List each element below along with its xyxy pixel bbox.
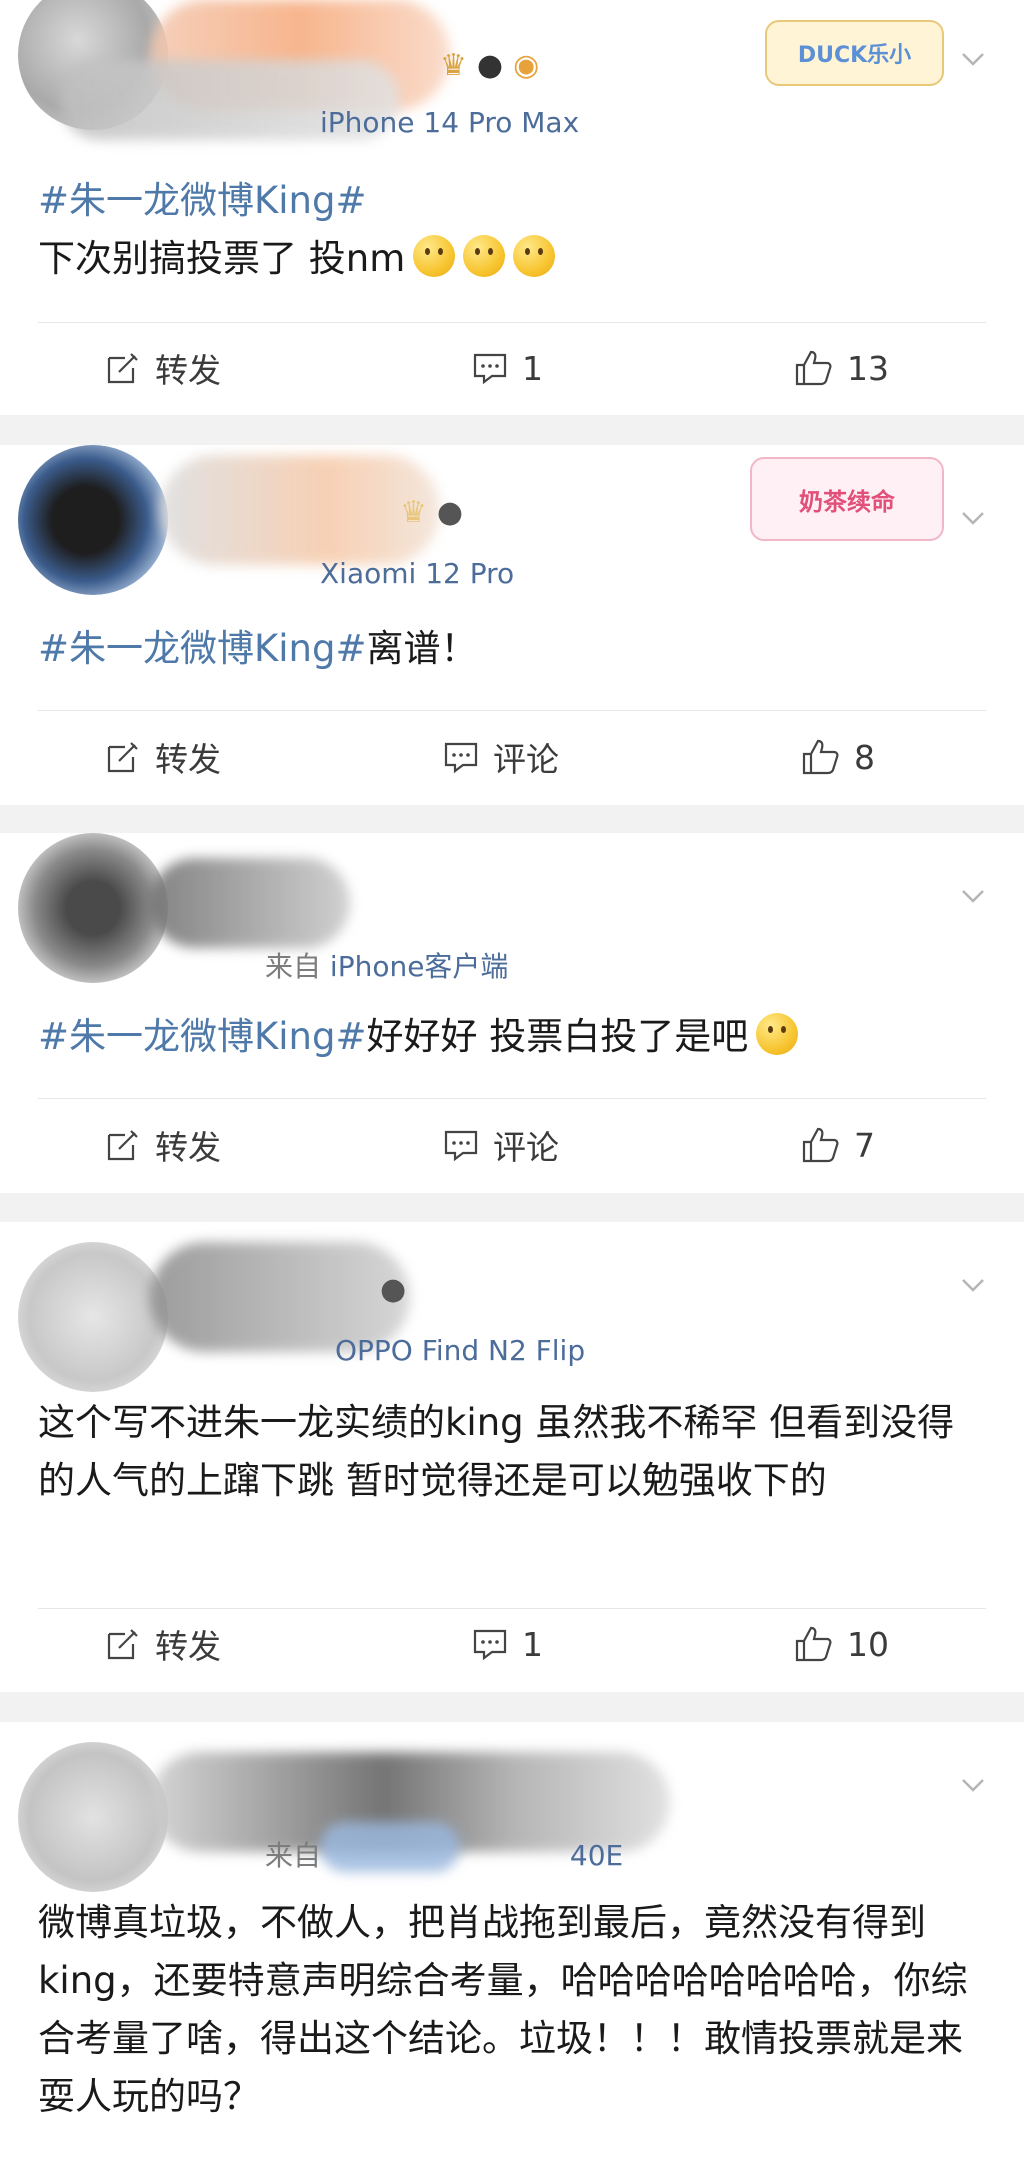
post-content: 微博真垃圾，不做人，把肖战拖到最后，竟然没有得到king，还要特意声明综合考量，… <box>38 1894 988 2126</box>
repost-label: 转发 <box>155 740 221 779</box>
thumb-up-icon <box>802 1127 839 1163</box>
post-text: 下次别搞投票了 投nm <box>38 237 406 280</box>
chevron-down-icon[interactable] <box>960 883 986 909</box>
like-count: 7 <box>854 1125 875 1165</box>
hashtag-link[interactable]: #朱一龙微博King# <box>38 1015 366 1058</box>
comment-icon <box>473 353 507 385</box>
post-source: iPhone 14 Pro Max <box>320 106 579 139</box>
source-link[interactable]: 40E <box>570 1839 623 1872</box>
comment-button[interactable]: 评论 <box>443 1095 559 1195</box>
edit-icon <box>107 1629 138 1660</box>
post-source: 来自 40E <box>265 1834 623 1874</box>
chevron-down-icon[interactable] <box>960 505 986 531</box>
comment-icon <box>444 1130 478 1162</box>
comment-button[interactable]: 1 <box>472 318 543 418</box>
comment-label: 评论 <box>493 1128 559 1167</box>
feed-post: ♛ ● 奶茶续命 Xiaomi 12 Pro #朱一龙微博King#离谱！ 转发… <box>0 445 1024 805</box>
smile-emoji-icon <box>463 235 506 277</box>
chevron-down-icon[interactable] <box>960 46 986 72</box>
panda-icon: ● <box>476 48 504 83</box>
panda-icon: ● <box>380 1272 407 1307</box>
user-decoration: 奶茶续命 <box>750 457 944 541</box>
like-button[interactable]: 13 <box>793 318 889 418</box>
chevron-down-icon[interactable] <box>960 1772 986 1798</box>
post-text: 离谱！ <box>366 627 478 670</box>
thumb-up-icon <box>795 1626 832 1662</box>
action-bar: 转发 评论 7 <box>0 1095 1024 1195</box>
comment-count: 1 <box>522 348 543 388</box>
comment-icon <box>444 742 478 774</box>
comment-icon <box>473 1629 507 1661</box>
chevron-down-icon[interactable] <box>960 1272 986 1298</box>
post-content: #朱一龙微博King# 下次别搞投票了 投nm <box>38 172 988 288</box>
avatar[interactable] <box>18 1742 168 1892</box>
avatar[interactable] <box>18 445 168 595</box>
post-content: 这个写不进朱一龙实绩的king 虽然我不稀罕 但看到没得的人气的上蹿下跳 暂时觉… <box>38 1394 988 1510</box>
comment-count: 1 <box>522 1624 543 1664</box>
repost-button[interactable]: 转发 <box>105 707 221 807</box>
hashtag-link[interactable]: #朱一龙微博King# <box>38 627 366 670</box>
thumb-up-icon <box>795 350 832 386</box>
avatar[interactable] <box>18 1242 168 1392</box>
user-badges: ♛ ● ◉ <box>440 48 539 83</box>
source-prefix: 来自 <box>265 1839 322 1872</box>
like-count: 13 <box>847 348 889 388</box>
source-link[interactable]: OPPO Find N2 Flip <box>335 1334 585 1367</box>
post-content: #朱一龙微博King#离谱！ <box>38 620 988 678</box>
like-button[interactable]: 10 <box>793 1594 889 1694</box>
action-bar: 转发 评论 8 <box>0 707 1024 807</box>
fish-icon: ◉ <box>513 48 540 83</box>
crown-icon: ♛ <box>440 48 467 83</box>
smile-emoji-icon <box>756 1013 799 1055</box>
comment-button[interactable]: 1 <box>472 1594 543 1694</box>
edit-icon <box>107 353 138 384</box>
like-button[interactable]: 7 <box>800 1095 875 1195</box>
smile-emoji-icon <box>513 235 556 277</box>
user-badges: ♛ ● <box>400 495 463 530</box>
hashtag-link[interactable]: #朱一龙微博King# <box>38 179 366 222</box>
avatar[interactable] <box>18 833 168 983</box>
feed-post: ♛ ● ◉ DUCK乐小 iPhone 14 Pro Max #朱一龙微博Kin… <box>0 0 1024 415</box>
panda-icon: ● <box>436 495 464 530</box>
source-link[interactable]: Xiaomi 12 Pro <box>320 557 514 590</box>
post-source: OPPO Find N2 Flip <box>335 1334 585 1367</box>
thumb-up-icon <box>802 739 839 775</box>
repost-label: 转发 <box>155 351 221 390</box>
comment-label: 评论 <box>493 740 559 779</box>
user-decoration: DUCK乐小 <box>765 20 944 86</box>
comment-button[interactable]: 评论 <box>443 707 559 807</box>
source-prefix: 来自 <box>265 950 322 983</box>
post-content: #朱一龙微博King#好好好 投票白投了是吧 <box>38 1008 988 1066</box>
crown-icon: ♛ <box>400 495 427 530</box>
feed-post: 来自 40E 微博真垃圾，不做人，把肖战拖到最后，竟然没有得到king，还要特意… <box>0 1722 1024 2179</box>
like-count: 8 <box>854 737 875 777</box>
repost-label: 转发 <box>155 1627 221 1666</box>
redacted-username <box>160 455 440 565</box>
repost-label: 转发 <box>155 1128 221 1167</box>
feed-post: ● OPPO Find N2 Flip 这个写不进朱一龙实绩的king 虽然我不… <box>0 1222 1024 1692</box>
feed-post: 来自 iPhone客户端 #朱一龙微博King#好好好 投票白投了是吧 转发 评… <box>0 833 1024 1193</box>
repost-button[interactable]: 转发 <box>105 1095 221 1195</box>
user-badges: ● <box>380 1272 406 1307</box>
redacted-username <box>150 858 350 948</box>
like-count: 10 <box>847 1624 889 1664</box>
smile-emoji-icon <box>413 235 456 277</box>
like-button[interactable]: 8 <box>800 707 875 807</box>
post-source: 来自 iPhone客户端 <box>265 945 508 985</box>
edit-icon <box>107 742 138 773</box>
edit-icon <box>107 1130 138 1161</box>
action-bar: 转发 1 10 <box>0 1594 1024 1694</box>
post-text: 这个写不进朱一龙实绩的king 虽然我不稀罕 但看到没得的人气的上蹿下跳 暂时觉… <box>38 1401 955 1502</box>
post-source: Xiaomi 12 Pro <box>320 557 514 590</box>
post-text: 微博真垃圾，不做人，把肖战拖到最后，竟然没有得到king，还要特意声明综合考量，… <box>38 1901 968 2118</box>
repost-button[interactable]: 转发 <box>105 1594 221 1694</box>
source-link[interactable]: iPhone 14 Pro Max <box>320 106 579 139</box>
source-link[interactable]: iPhone客户端 <box>330 950 509 983</box>
repost-button[interactable]: 转发 <box>105 318 221 418</box>
action-bar: 转发 1 13 <box>0 318 1024 418</box>
post-text: 好好好 投票白投了是吧 <box>366 1015 749 1058</box>
